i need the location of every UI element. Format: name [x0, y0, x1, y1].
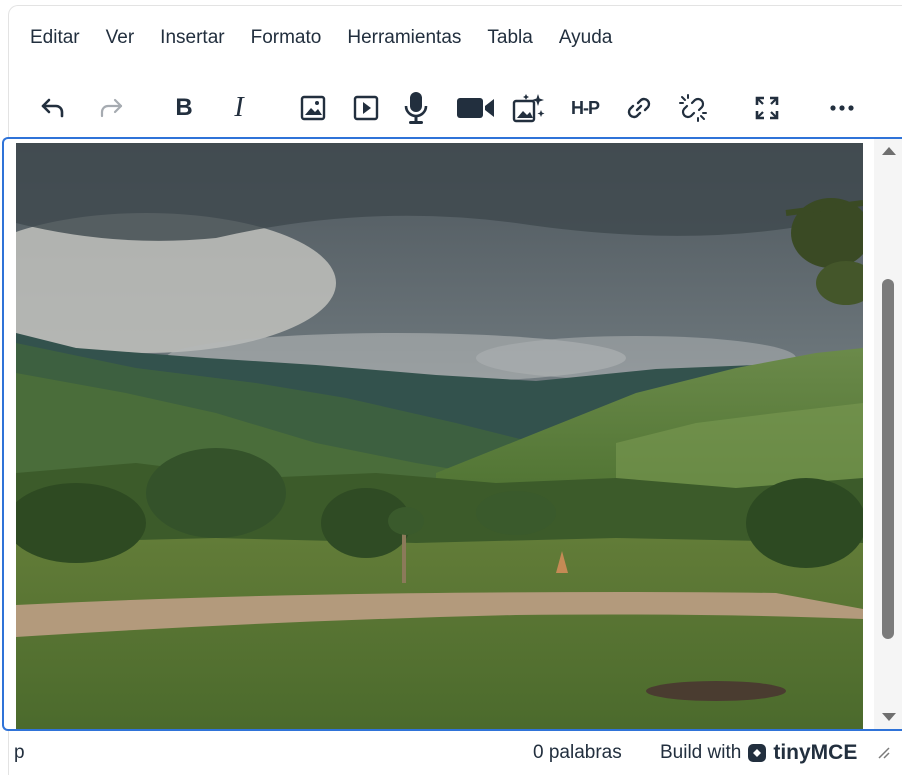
menu-ver[interactable]: Ver [93, 27, 148, 49]
menu-tabla[interactable]: Tabla [474, 27, 545, 49]
fullscreen-button[interactable] [747, 86, 787, 130]
ai-image-icon [512, 94, 545, 123]
scroll-thumb[interactable] [882, 279, 894, 639]
scroll-up-arrow[interactable] [882, 147, 896, 155]
undo-icon [41, 98, 64, 118]
tinymce-logo-icon [748, 744, 767, 762]
unlink-button[interactable] [673, 86, 713, 130]
insert-link-button[interactable] [619, 86, 659, 130]
h5p-button[interactable]: H-P [565, 86, 605, 130]
redo-button[interactable] [91, 86, 131, 130]
h5p-icon: H-P [571, 97, 600, 118]
italic-icon: I [234, 92, 244, 123]
bold-button[interactable]: B [164, 86, 204, 130]
media-icon [353, 95, 379, 121]
tinymce-brand-link[interactable]: Build with tinyMCE [660, 741, 857, 765]
unlink-icon [679, 94, 707, 122]
video-camera-icon [457, 98, 494, 118]
resize-handle-icon[interactable] [878, 747, 890, 759]
microphone-icon [404, 92, 428, 124]
menu-editar[interactable]: Editar [17, 27, 93, 49]
italic-button[interactable]: I [219, 86, 259, 130]
scrollbar[interactable] [874, 139, 902, 729]
toolbar: B I H-P [9, 78, 902, 138]
element-path[interactable]: p [14, 742, 25, 764]
menu-insertar[interactable]: Insertar [147, 27, 237, 49]
image-icon [300, 95, 326, 121]
build-with-label: Build with [660, 742, 742, 763]
scroll-down-arrow[interactable] [882, 713, 896, 721]
menu-herramientas[interactable]: Herramientas [334, 27, 474, 49]
editor-content-area[interactable] [2, 137, 902, 731]
more-icon [830, 105, 854, 111]
insert-image-button[interactable] [293, 86, 333, 130]
record-video-button[interactable] [456, 86, 496, 130]
insert-media-button[interactable] [346, 86, 386, 130]
word-count[interactable]: 0 palabras [533, 742, 622, 764]
menu-formato[interactable]: Formato [238, 27, 335, 49]
undo-button[interactable] [33, 86, 73, 130]
tinymce-brand-name: tinyMCE [773, 741, 858, 764]
bold-icon: B [175, 94, 193, 121]
more-button[interactable] [822, 86, 862, 130]
redo-icon [100, 98, 123, 118]
record-audio-button[interactable] [396, 86, 436, 130]
ai-image-button[interactable] [509, 86, 549, 130]
menubar: Editar Ver Insertar Formato Herramientas… [17, 6, 625, 70]
fullscreen-icon [755, 96, 779, 120]
landscape-image[interactable] [16, 143, 863, 729]
menu-ayuda[interactable]: Ayuda [546, 27, 626, 49]
link-icon [627, 97, 651, 119]
statusbar: p 0 palabras Build with tinyMCE [0, 733, 894, 773]
